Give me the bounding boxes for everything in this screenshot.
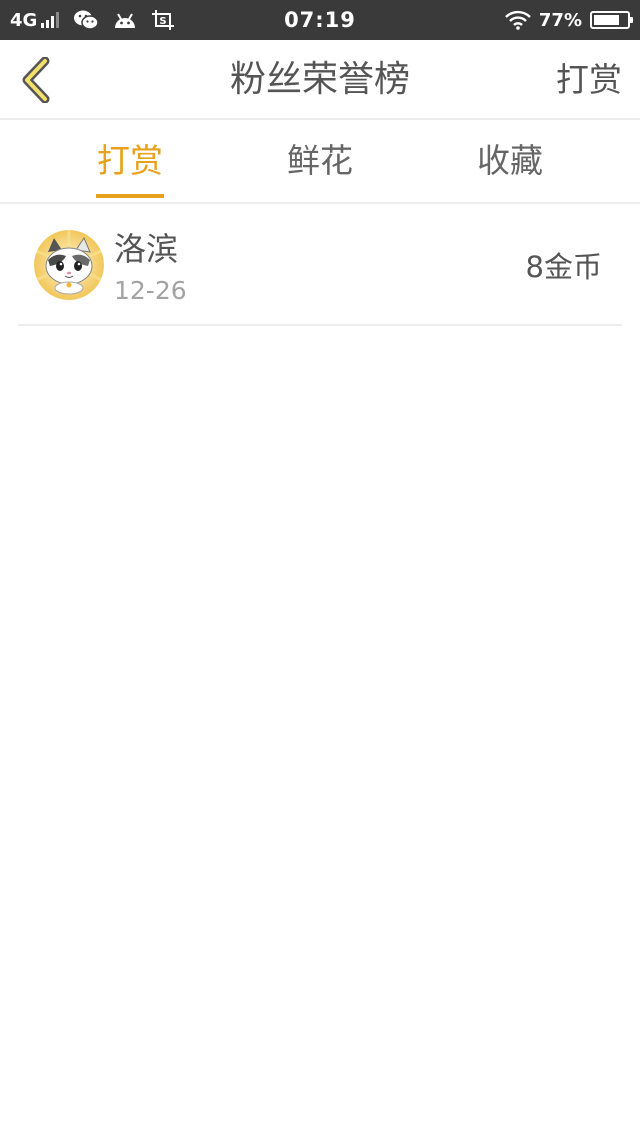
battery-level xyxy=(594,15,619,25)
user-name: 洛滨 xyxy=(114,230,179,268)
page-title: 粉丝荣誉榜 xyxy=(229,59,410,100)
status-right: 77% xyxy=(505,0,633,40)
list-item[interactable]: 洛滨 12-26 8金币 xyxy=(18,206,622,326)
tab-flowers-label: 鲜花 xyxy=(287,141,353,180)
battery-percent: 77% xyxy=(538,9,582,31)
tab-reward[interactable]: 打赏 xyxy=(60,120,200,202)
cat-avatar-icon xyxy=(34,230,104,300)
reward-date: 12-26 xyxy=(114,276,187,305)
top-app-bar: 粉丝荣誉榜 打赏 xyxy=(0,40,640,120)
battery-icon xyxy=(590,11,633,29)
tab-bar: 打赏 鲜花 收藏 xyxy=(0,120,640,204)
active-tab-indicator xyxy=(96,194,164,198)
reward-button[interactable]: 打赏 xyxy=(556,40,622,120)
avatar[interactable] xyxy=(34,230,104,300)
reward-amount: 8金币 xyxy=(525,250,602,284)
tab-reward-label: 打赏 xyxy=(97,141,163,180)
tab-favorites-label: 收藏 xyxy=(477,141,543,180)
tab-flowers[interactable]: 鲜花 xyxy=(250,120,390,202)
wifi-icon xyxy=(505,10,531,30)
status-bar: 4G S 07:19 77% xyxy=(0,0,640,40)
tab-favorites[interactable]: 收藏 xyxy=(440,120,580,202)
